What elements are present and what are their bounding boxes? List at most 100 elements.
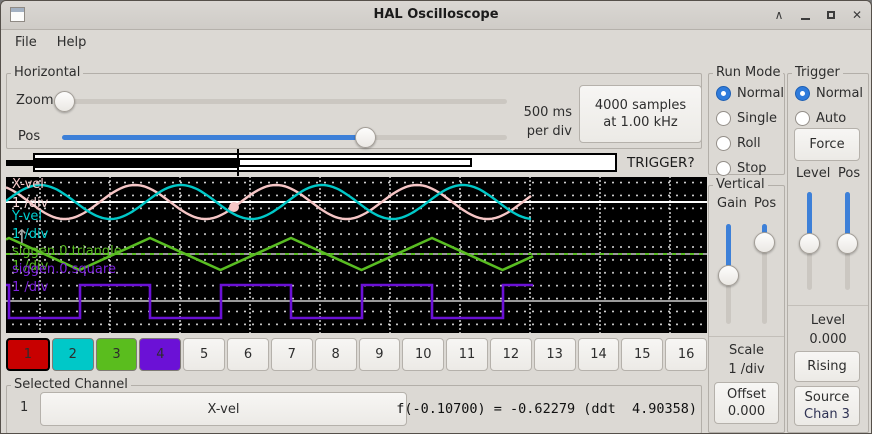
selected-channel-frame: Selected Channel 1 X-vel f(-0.10700) = -… — [6, 385, 702, 434]
samples-button[interactable]: 4000 samples at 1.00 kHz — [579, 85, 702, 143]
channel-button-15[interactable]: 15 — [621, 338, 663, 371]
minimize-button[interactable] — [797, 7, 813, 23]
channel-button-7[interactable]: 7 — [271, 338, 313, 371]
pos-label: Pos — [18, 129, 40, 144]
selected-channel-name-button[interactable]: X-vel — [40, 392, 407, 426]
force-label: Force — [809, 136, 844, 153]
run-mode-frame: Run Mode NormalSingleRollStop — [708, 73, 785, 175]
channel-button-3[interactable]: 3 — [96, 338, 138, 371]
trigger-frame-label: Trigger — [792, 65, 843, 80]
vertical-gain-slider-thumb[interactable] — [718, 265, 739, 286]
channel-button-5[interactable]: 5 — [183, 338, 225, 371]
time-per-div-line1: 500 ms — [512, 105, 572, 120]
trigger-mode-option-label: Auto — [816, 111, 846, 126]
radio-icon[interactable] — [795, 111, 810, 126]
trigger-source-button[interactable]: Source Chan 3 — [794, 386, 860, 426]
channel-button-9[interactable]: 9 — [359, 338, 401, 371]
channel-button-6[interactable]: 6 — [227, 338, 269, 371]
channel-button-14[interactable]: 14 — [578, 338, 620, 371]
halscope-window: HAL Oscilloscope ∧ ✕ File Help Horizonta… — [0, 0, 872, 434]
trigger-separator — [788, 305, 868, 306]
trace-siggen.0.square — [6, 285, 533, 318]
run-mode-option-label: Single — [737, 111, 777, 126]
channel-button-16[interactable]: 16 — [665, 338, 707, 371]
vertical-scale-caption: Scale — [709, 343, 784, 358]
offset-arrow-icon: ↑ — [14, 230, 30, 244]
maximize-icon — [827, 11, 835, 19]
vertical-offset-label: Offset — [727, 386, 766, 403]
radio-icon-selected[interactable] — [795, 86, 810, 101]
vertical-frame-label: Vertical — [713, 177, 768, 192]
channel-value-readout: f(-0.10700) = -0.62279 (ddt 4.90358) — [396, 401, 697, 417]
vertical-offset-value: 0.000 — [728, 403, 765, 420]
channel-button-1[interactable]: 1 — [6, 338, 50, 371]
window-title: HAL Oscilloscope — [1, 1, 871, 29]
radio-icon-selected[interactable] — [716, 86, 731, 101]
horizontal-frame: Horizontal Zoom Pos 500 ms per div 4000 … — [6, 73, 702, 149]
trigger-level-col-label: Level — [796, 166, 830, 181]
trigger-mode-option-normal[interactable]: Normal — [788, 81, 868, 106]
title-bar[interactable]: HAL Oscilloscope ∧ ✕ — [1, 1, 871, 30]
radio-icon[interactable] — [716, 161, 731, 176]
trigger-position-tick — [237, 149, 239, 176]
run-mode-option-label: Normal — [737, 86, 784, 101]
menu-file[interactable]: File — [5, 29, 47, 57]
channel-button-12[interactable]: 12 — [490, 338, 532, 371]
channel-button-2[interactable]: 2 — [52, 338, 94, 371]
run-mode-option-normal[interactable]: Normal — [709, 81, 784, 106]
radio-icon[interactable] — [716, 111, 731, 126]
samples-line1: 4000 samples — [595, 97, 686, 114]
run-mode-option-roll[interactable]: Roll — [709, 131, 784, 156]
shade-button[interactable]: ∧ — [771, 7, 787, 23]
zoom-slider-thumb[interactable] — [54, 91, 75, 112]
vertical-pos-label: Pos — [754, 196, 776, 211]
radio-icon[interactable] — [716, 136, 731, 151]
scope-channel-label: 1 /div — [12, 281, 48, 295]
menu-help[interactable]: Help — [47, 29, 97, 57]
vertical-offset-button[interactable]: Offset 0.000 — [714, 382, 779, 424]
record-view-window — [238, 158, 472, 167]
maximize-button[interactable] — [823, 7, 839, 23]
vertical-pos-slider-thumb[interactable] — [754, 232, 775, 253]
trigger-level-slider-thumb[interactable] — [799, 233, 820, 254]
selected-channel-frame-label: Selected Channel — [11, 377, 131, 392]
vertical-frame: Vertical Gain Pos Scale 1 /div Offset 0.… — [708, 185, 785, 433]
selected-channel-name: X-vel — [208, 401, 240, 418]
zoom-label: Zoom — [16, 93, 53, 108]
vertical-scale-value: 1 /div — [709, 362, 784, 377]
trigger-source-line2: Chan 3 — [804, 406, 850, 423]
run-mode-option-label: Stop — [737, 161, 767, 176]
horizontal-frame-label: Horizontal — [11, 65, 83, 80]
channel-button-11[interactable]: 11 — [446, 338, 488, 371]
trigger-point-marker — [229, 202, 239, 212]
minimize-icon — [801, 18, 810, 20]
channel-button-4[interactable]: 4 — [139, 338, 181, 371]
selected-channel-number: 1 — [20, 400, 28, 415]
scope-channel-label: Y-vel — [12, 210, 42, 224]
menu-bar: File Help — [1, 29, 871, 57]
close-button[interactable]: ✕ — [849, 7, 865, 23]
scope-display: X-vel1 /divY-vel1 /divsiggen.0.triangle1… — [6, 177, 707, 333]
run-mode-frame-label: Run Mode — [713, 65, 783, 80]
samples-line2: at 1.00 kHz — [603, 114, 677, 131]
trigger-pos-col-label: Pos — [838, 166, 860, 181]
channel-button-13[interactable]: 13 — [534, 338, 576, 371]
run-mode-option-single[interactable]: Single — [709, 106, 784, 131]
channel-button-8[interactable]: 8 — [315, 338, 357, 371]
record-bar-stub — [6, 160, 34, 166]
trigger-status-label: TRIGGER? — [627, 155, 695, 171]
zoom-slider-track[interactable] — [57, 99, 507, 104]
scope-channel-label: X-vel — [12, 178, 44, 192]
channel-button-10[interactable]: 10 — [402, 338, 444, 371]
trigger-pos-slider-thumb[interactable] — [837, 233, 858, 254]
run-mode-option-label: Roll — [737, 136, 761, 151]
channel-button-row: 12345678910111213141516 — [6, 338, 707, 371]
force-trigger-button[interactable]: Force — [794, 128, 860, 161]
time-per-div-line2: per div — [512, 124, 572, 139]
pos-slider-thumb[interactable] — [355, 127, 376, 148]
trigger-level-value: 0.000 — [788, 332, 868, 347]
vertical-gain-label: Gain — [717, 196, 747, 211]
scope-channel-label: siggen.0.square — [12, 263, 116, 277]
trigger-mode-option-label: Normal — [816, 86, 863, 101]
trigger-edge-button[interactable]: Rising — [794, 351, 860, 382]
